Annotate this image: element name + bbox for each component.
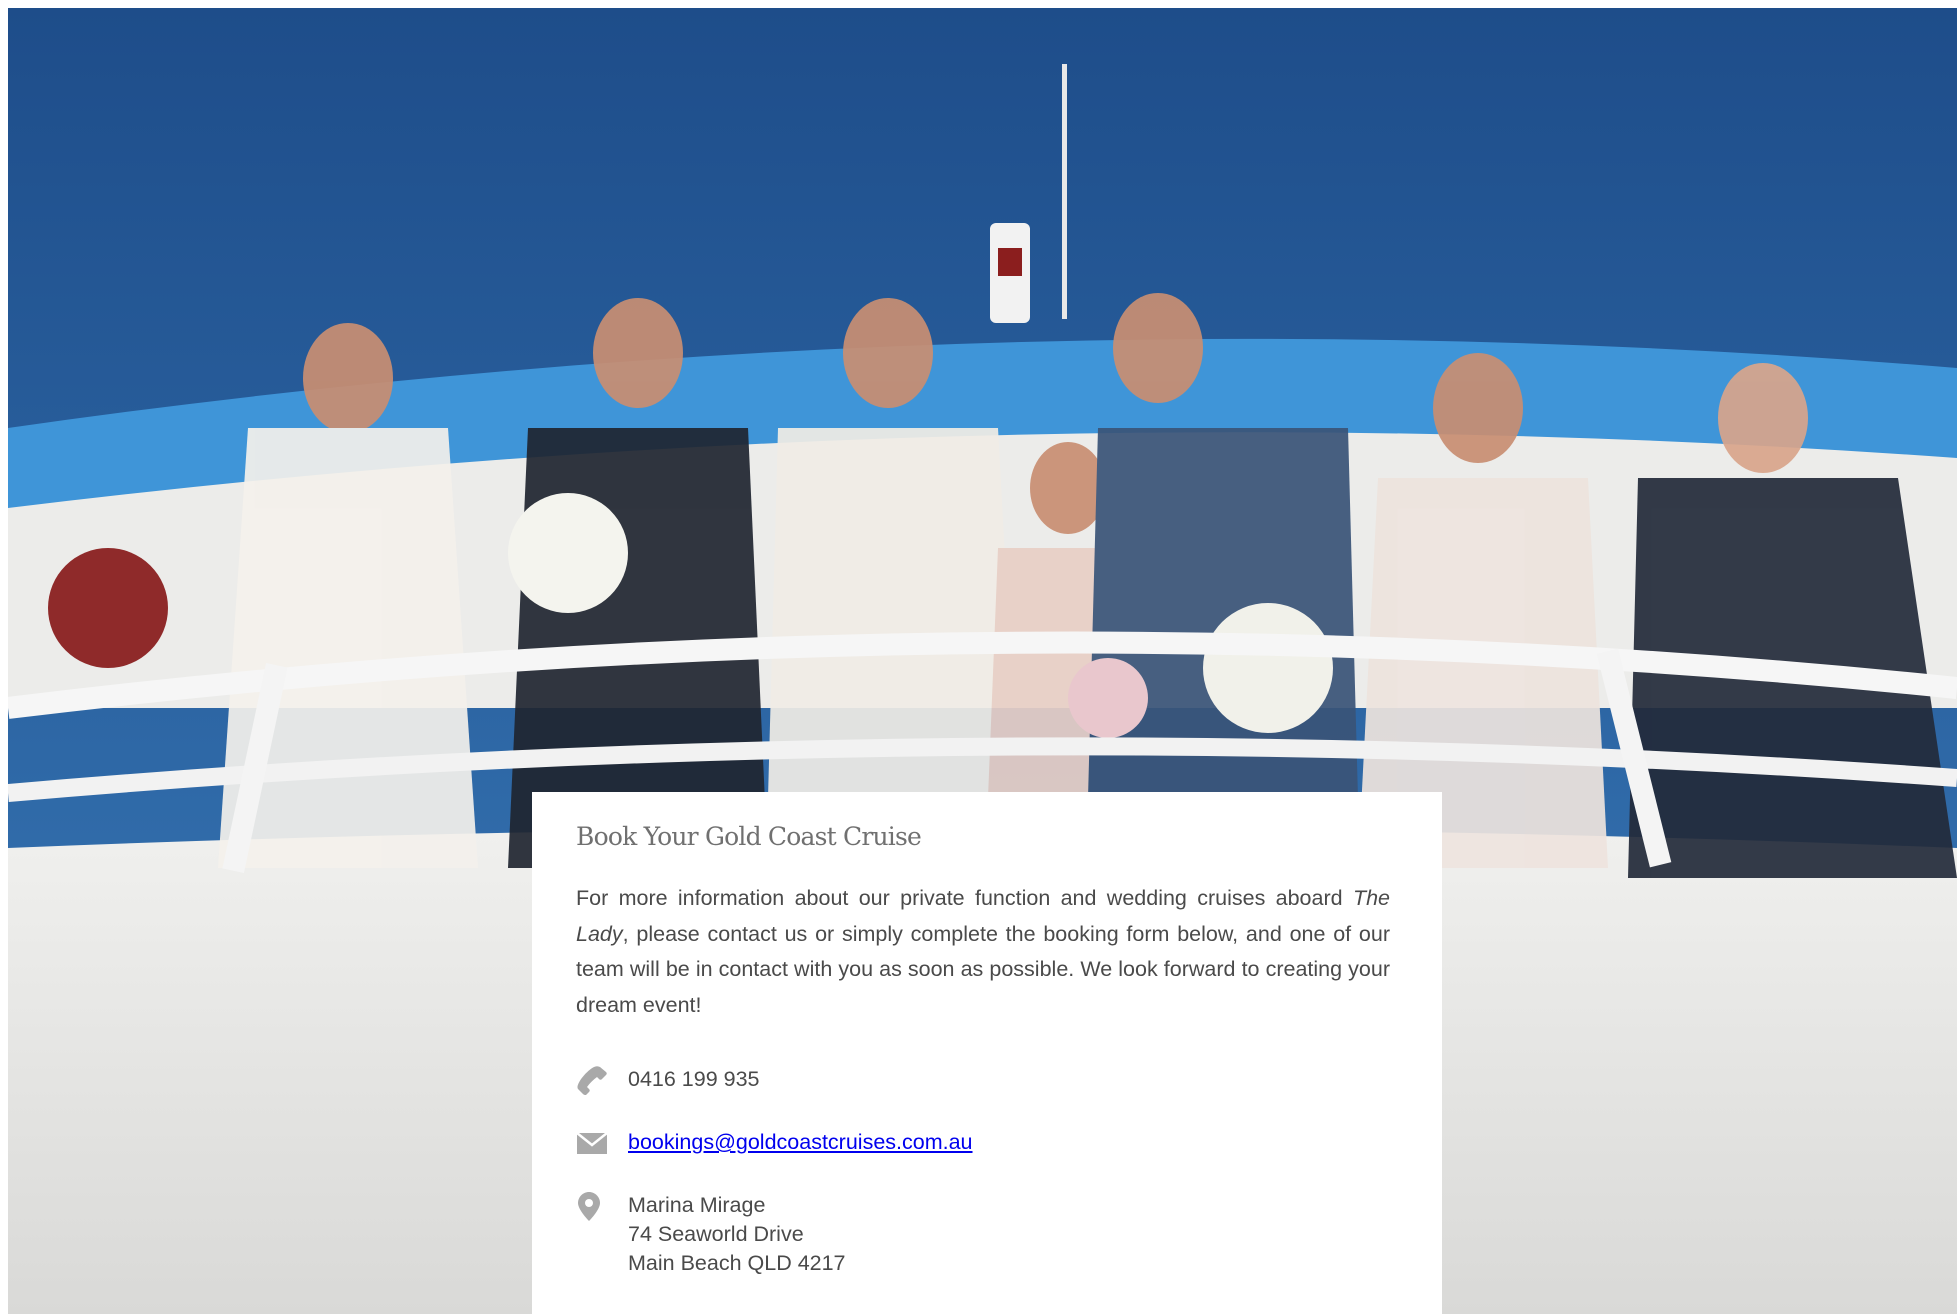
intro-text-start: For more information about our private f… [576, 886, 1353, 910]
booking-info-card: Book Your Gold Coast Cruise For more inf… [532, 792, 1442, 1314]
contact-list: 0416 199 935 bookings@goldcoastcruises.c… [576, 1065, 1390, 1278]
intro-paragraph: For more information about our private f… [576, 881, 1390, 1023]
address-line-venue: Marina Mirage [628, 1193, 766, 1217]
phone-number[interactable]: 0416 199 935 [628, 1065, 760, 1094]
address: Marina Mirage 74 Seaworld Drive Main Bea… [628, 1191, 846, 1278]
address-line-street: 74 Seaworld Drive [628, 1222, 804, 1246]
email-link[interactable]: bookings@goldcoastcruises.com.au [628, 1128, 973, 1157]
booking-page: Book Your Gold Coast Cruise For more inf… [0, 0, 1957, 1314]
phone-icon [576, 1065, 610, 1095]
contact-phone: 0416 199 935 [576, 1065, 1390, 1095]
card-title: Book Your Gold Coast Cruise [576, 822, 922, 851]
map-pin-icon [576, 1191, 610, 1221]
contact-email: bookings@goldcoastcruises.com.au [576, 1128, 1390, 1158]
envelope-icon [576, 1128, 610, 1158]
address-line-suburb: Main Beach QLD 4217 [628, 1251, 846, 1275]
contact-address: Marina Mirage 74 Seaworld Drive Main Bea… [576, 1191, 1390, 1278]
intro-text-end: , please contact us or simply complete t… [576, 921, 1390, 1017]
